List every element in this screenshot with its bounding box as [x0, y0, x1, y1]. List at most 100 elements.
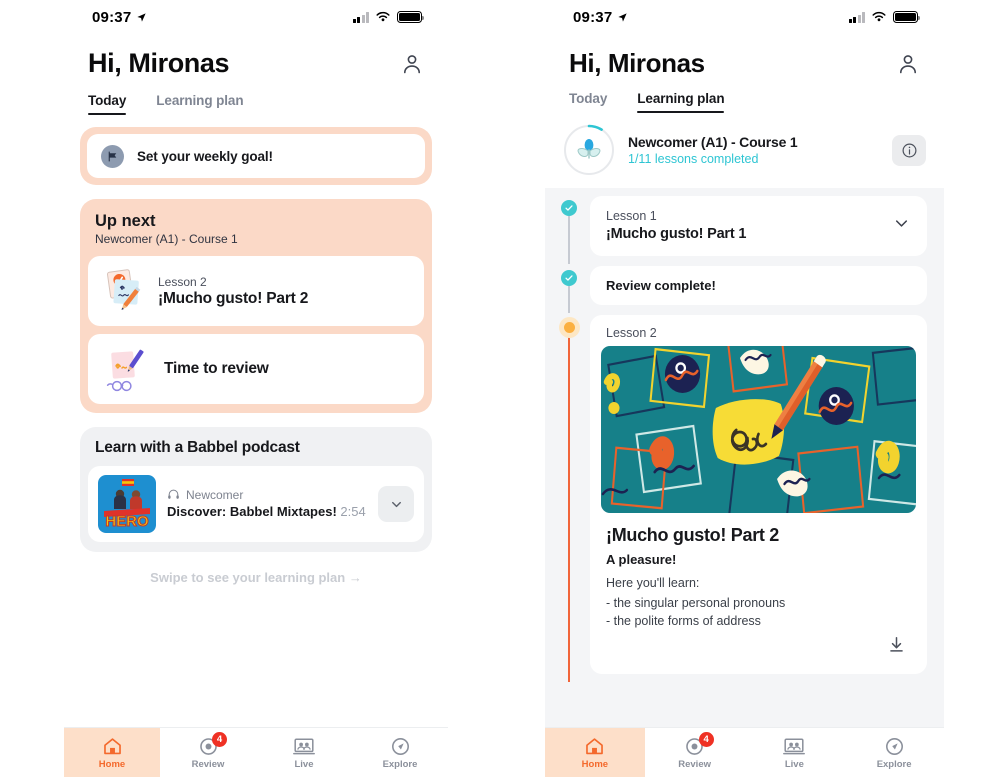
wifi-icon	[376, 11, 390, 22]
live-class-icon	[293, 735, 315, 757]
location-arrow-icon	[137, 12, 146, 22]
lesson-2-kicker: Lesson 2	[606, 326, 657, 340]
swipe-hint: Swipe to see your learning plan →	[150, 570, 362, 585]
lesson-2-card[interactable]: Lesson 2 ¡Mucho gusto! Part 2 A pleasure…	[590, 315, 927, 674]
timeline-rail-3	[560, 315, 587, 682]
tab-learning-plan[interactable]: Learning plan	[156, 93, 243, 115]
left-header-row: Hi, Mironas	[88, 48, 424, 79]
lesson-1-kicker: Lesson 1	[606, 209, 657, 223]
lesson-illustration-notepad-pencil	[601, 346, 916, 513]
chevron-down-icon[interactable]	[892, 214, 911, 238]
lesson-1-card[interactable]: Lesson 1 ¡Mucho gusto! Part 1	[590, 196, 927, 256]
tab-today[interactable]: Today	[88, 93, 127, 115]
current-dot-icon	[563, 322, 575, 333]
tab-today-right[interactable]: Today	[569, 91, 607, 113]
set-weekly-goal-button[interactable]: Set your weekly goal!	[87, 134, 425, 178]
up-next-course: Newcomer (A1) - Course 1	[95, 232, 238, 246]
nav-label-live: Live	[294, 759, 314, 770]
nav-item-explore-right[interactable]: Explore	[844, 728, 944, 777]
chevron-down-icon[interactable]	[378, 486, 414, 522]
review-badge: 4	[212, 732, 227, 747]
headphones-icon	[168, 490, 179, 500]
nav-item-home-right[interactable]: Home	[545, 728, 645, 777]
lesson-2-download-row	[601, 631, 916, 667]
timeline-connector-3	[568, 335, 570, 682]
lesson-1-text: Lesson 1 ¡Mucho gusto! Part 1	[606, 209, 746, 242]
course-summary-row[interactable]: Newcomer (A1) - Course 1 1/11 lessons co…	[545, 113, 944, 188]
page-title: Hi, Mironas	[88, 48, 230, 78]
timeline-rail-2	[560, 266, 587, 313]
time-to-review-card[interactable]: Time to review	[88, 334, 424, 404]
home-icon	[584, 735, 605, 757]
timeline-connector-1	[568, 216, 570, 264]
course-progress: 1/11 lessons completed	[628, 152, 759, 166]
compass-icon	[390, 735, 411, 757]
lesson-2-bullets: - the singular personal pronouns - the p…	[606, 596, 786, 628]
up-next-lesson-card[interactable]: Lesson 2 ¡Mucho gusto! Part 2	[88, 256, 424, 326]
review-glasses-pencil-icon	[106, 349, 144, 392]
up-next-lesson-name: ¡Mucho gusto! Part 2	[158, 289, 309, 307]
nav-item-live-right[interactable]: Live	[745, 728, 845, 777]
download-icon[interactable]	[887, 635, 906, 659]
tab-learning-plan-right[interactable]: Learning plan	[637, 91, 725, 113]
nav-item-home[interactable]: Home	[64, 728, 160, 777]
course-name: Newcomer (A1) - Course 1	[628, 134, 798, 150]
lesson-1-name: ¡Mucho gusto! Part 1	[606, 226, 747, 242]
compass-icon	[884, 735, 905, 757]
podcast-duration: 2:54	[340, 503, 366, 519]
left-header: Hi, Mironas Today Learning plan	[64, 34, 448, 115]
lesson-2-body: Lesson 2 ¡Mucho gusto! Part 2 A pleasure…	[590, 315, 927, 674]
podcast-section: Learn with a Babbel podcast HERO Newcome…	[80, 427, 432, 552]
podcast-card[interactable]: HERO Newcomer Discover: Babbel Mixtapes!…	[88, 466, 424, 542]
bottom-nav-left: Home 4 Review Live Explore	[64, 727, 448, 777]
two-phone-screenshot: 09:37 Hi, Mironas Today Learning plan Se…	[0, 0, 995, 777]
status-bar: 09:37	[64, 0, 448, 34]
left-tabs: Today Learning plan	[88, 93, 424, 115]
status-bar-indicators-right	[848, 11, 921, 23]
lesson-2-title: ¡Mucho gusto! Part 2	[606, 525, 779, 545]
review-badge-right: 4	[698, 732, 714, 747]
nav-item-live[interactable]: Live	[256, 728, 352, 777]
svg-text:HERO: HERO	[105, 513, 149, 530]
up-next-section: Up next Newcomer (A1) - Course 1 Lesson …	[80, 199, 432, 413]
info-icon[interactable]	[892, 134, 926, 166]
right-header-row: Hi, Mironas	[569, 48, 920, 79]
weekly-goal-label: Set your weekly goal!	[137, 148, 273, 164]
nav-item-review-right[interactable]: 4 Review	[645, 728, 745, 777]
status-bar-time: 09:37	[92, 8, 132, 26]
location-arrow-icon	[618, 12, 627, 22]
status-bar-time-right: 09:37	[573, 8, 613, 26]
nav-label-home-right: Home	[581, 759, 609, 770]
cellular-signal-icon	[352, 11, 369, 23]
nav-label-review: Review	[191, 759, 225, 770]
right-header: Hi, Mironas Today Learning plan	[545, 34, 944, 113]
timeline-step-review: Review complete!	[545, 266, 944, 313]
course-info: Newcomer (A1) - Course 1 1/11 lessons co…	[628, 134, 879, 166]
person-icon[interactable]	[896, 52, 920, 76]
timeline-rail-1	[560, 196, 587, 264]
podcast-cover-hero: HERO	[98, 475, 156, 533]
nav-label-explore-right: Explore	[876, 759, 912, 770]
nav-item-review[interactable]: 4 Review	[160, 728, 256, 777]
status-bar-right: 09:37	[545, 0, 944, 34]
podcast-level-row: Newcomer	[167, 488, 367, 502]
podcast-name-row: Discover: Babbel Mixtapes! 2:54	[167, 504, 367, 520]
nav-label-home: Home	[98, 759, 126, 770]
bottom-nav-right: Home 4 Review Live Explore	[545, 727, 944, 777]
lesson-2-tagline: A pleasure!	[606, 552, 677, 567]
weekly-goal-banner: Set your weekly goal!	[80, 127, 432, 185]
podcast-name: Discover: Babbel Mixtapes!	[167, 503, 337, 519]
cellular-signal-icon	[848, 11, 865, 23]
wifi-icon	[872, 11, 886, 22]
right-tabs: Today Learning plan	[569, 91, 920, 113]
person-icon[interactable]	[400, 52, 424, 76]
review-complete-card[interactable]: Review complete!	[590, 266, 927, 305]
status-bar-time-group-right: 09:37	[573, 9, 628, 26]
check-circle-icon	[561, 270, 577, 286]
page-title-right: Hi, Mironas	[569, 48, 705, 78]
sprout-progress-icon	[564, 124, 614, 175]
status-bar-time-group: 09:37	[92, 9, 147, 26]
nav-item-explore[interactable]: Explore	[352, 728, 448, 777]
timeline-step-lesson-1: Lesson 1 ¡Mucho gusto! Part 1	[545, 196, 944, 264]
home-icon	[102, 735, 123, 757]
